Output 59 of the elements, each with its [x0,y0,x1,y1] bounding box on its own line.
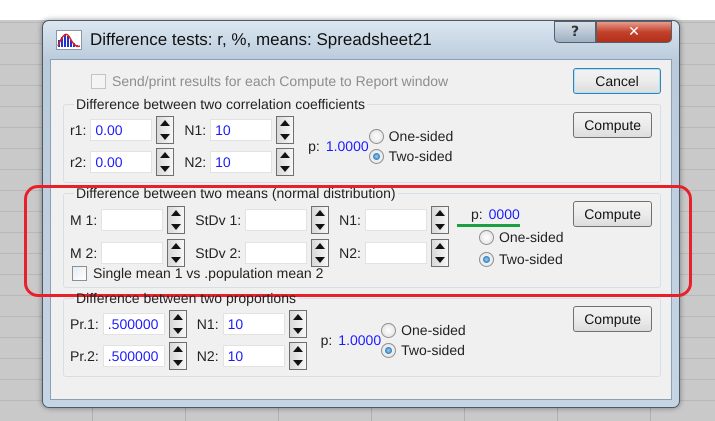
p-label: p: [470,206,483,222]
group-title: Difference between two means (normal distribution) [75,185,397,201]
input-field[interactable] [364,242,427,264]
field-label: N2: [196,348,219,364]
cancel-button[interactable]: Cancel [573,68,661,94]
input-field[interactable]: 10 [222,313,285,335]
field-label: M 1: [70,212,98,228]
radio-button[interactable] [478,252,494,266]
radio-button[interactable] [381,322,396,338]
field-label: N1: [339,212,361,228]
input-field[interactable]: 10 [210,119,272,141]
checkbox-label: Single mean 1 vs .population mean 2 [93,265,324,281]
radio-label: Two-sided [388,148,452,164]
compute-button[interactable]: Compute [573,112,652,138]
p-value: 1.0000 [338,332,382,348]
input-field[interactable]: 0.00 [90,151,152,173]
field-label: N2: [339,244,361,260]
radio-button[interactable] [478,230,494,244]
field-label: StDv 1: [195,212,242,228]
field-label: N1: [196,316,219,332]
radio-label: Two-sided [498,251,563,267]
radio-button[interactable] [381,342,396,358]
close-button[interactable]: ✕ [596,21,672,43]
group-title: Difference between two correlation coefficients [75,96,366,112]
compute-button[interactable]: Compute [573,201,652,227]
input-field[interactable]: 10 [210,151,272,173]
radio-button[interactable] [368,128,384,144]
radio-label: Two-sided [401,342,465,358]
input-field[interactable] [101,208,164,230]
field-label: r2: [70,154,86,170]
field-label: r1: [70,122,86,138]
compute-button[interactable]: Compute [573,306,652,332]
field-label: Pr.2: [70,348,99,364]
field-label: StDv 2: [195,244,242,260]
checkbox-label: Send/print results for each Compute to Report window [112,73,448,89]
help-button[interactable]: ? [554,21,596,43]
input-field[interactable]: .500000 [102,345,165,367]
input-field[interactable] [364,208,427,230]
field-label: N1: [184,122,206,138]
field-label: M 2: [70,244,98,260]
input-field[interactable] [245,208,308,230]
p-value: 0000 [488,206,520,222]
input-field[interactable] [101,242,164,264]
chart-icon [56,30,82,50]
input-field[interactable]: 0.00 [90,119,152,141]
field-label: N2: [184,154,206,170]
checkbox[interactable] [72,266,87,280]
p-label: p: [308,138,320,154]
field-label: Pr.1: [70,316,99,332]
radio-label: One-sided [498,229,564,245]
input-field[interactable]: .500000 [102,313,165,335]
window-title: Difference tests: r, %, means: Spreadsheet21 [90,30,433,50]
radio-button[interactable] [368,148,384,164]
p-label: p: [320,332,332,348]
input-field[interactable]: 10 [222,345,285,367]
radio-label: One-sided [388,128,454,144]
input-field[interactable] [245,242,308,264]
radio-label: One-sided [401,322,466,338]
p-value: 1.0000 [326,138,369,154]
